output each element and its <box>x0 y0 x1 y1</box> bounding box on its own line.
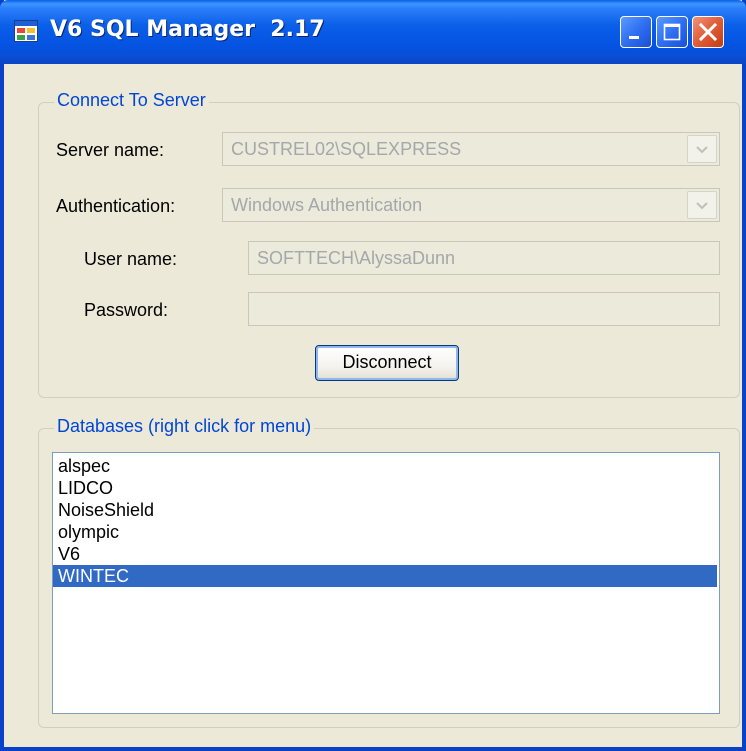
database-list-item[interactable]: NoiseShield <box>53 499 717 521</box>
maximize-icon <box>663 23 681 41</box>
password-field[interactable] <box>248 292 720 326</box>
databases-legend: Databases (right click for menu) <box>54 416 315 437</box>
close-icon <box>698 22 718 42</box>
title-bar[interactable]: V6 SQL Manager 2.17 <box>0 0 746 64</box>
window-title: V6 SQL Manager 2.17 <box>50 17 325 42</box>
database-list-item[interactable]: olympic <box>53 521 717 543</box>
minimize-icon <box>629 36 639 39</box>
server-name-value: CUSTREL02\SQLEXPRESS <box>231 139 462 159</box>
authentication-value: Windows Authentication <box>231 195 423 215</box>
authentication-combo[interactable]: Windows Authentication <box>222 188 720 222</box>
minimize-button[interactable] <box>620 16 652 48</box>
server-name-label: Server name: <box>56 140 165 160</box>
password-label: Password: <box>84 300 169 320</box>
sql-manager-window: V6 SQL Manager 2.17 Connect To Server Se… <box>0 0 746 751</box>
database-list-item[interactable]: WINTEC <box>53 565 717 587</box>
database-list-item[interactable]: alspec <box>53 455 717 477</box>
user-name-value: SOFTTECH\AlyssaDunn <box>257 248 456 268</box>
chevron-down-icon <box>696 202 708 210</box>
server-name-combo[interactable]: CUSTREL02\SQLEXPRESS <box>222 132 720 166</box>
database-list-item[interactable]: LIDCO <box>53 477 717 499</box>
server-name-dropdown-button[interactable] <box>687 135 717 163</box>
connect-to-server-legend: Connect To Server <box>54 90 209 111</box>
user-name-field[interactable]: SOFTTECH\AlyssaDunn <box>248 241 720 275</box>
app-window-icon <box>14 20 38 42</box>
authentication-dropdown-button[interactable] <box>687 191 717 219</box>
maximize-button[interactable] <box>656 16 688 48</box>
close-button[interactable] <box>692 16 724 48</box>
user-name-label: User name: <box>84 249 178 269</box>
authentication-label: Authentication: <box>56 196 176 216</box>
disconnect-button[interactable]: Disconnect <box>315 345 459 381</box>
database-list-item[interactable]: V6 <box>53 543 717 565</box>
chevron-down-icon <box>696 146 708 154</box>
databases-listbox[interactable]: alspec LIDCO NoiseShield olympic V6 WINTEC <box>52 452 720 714</box>
